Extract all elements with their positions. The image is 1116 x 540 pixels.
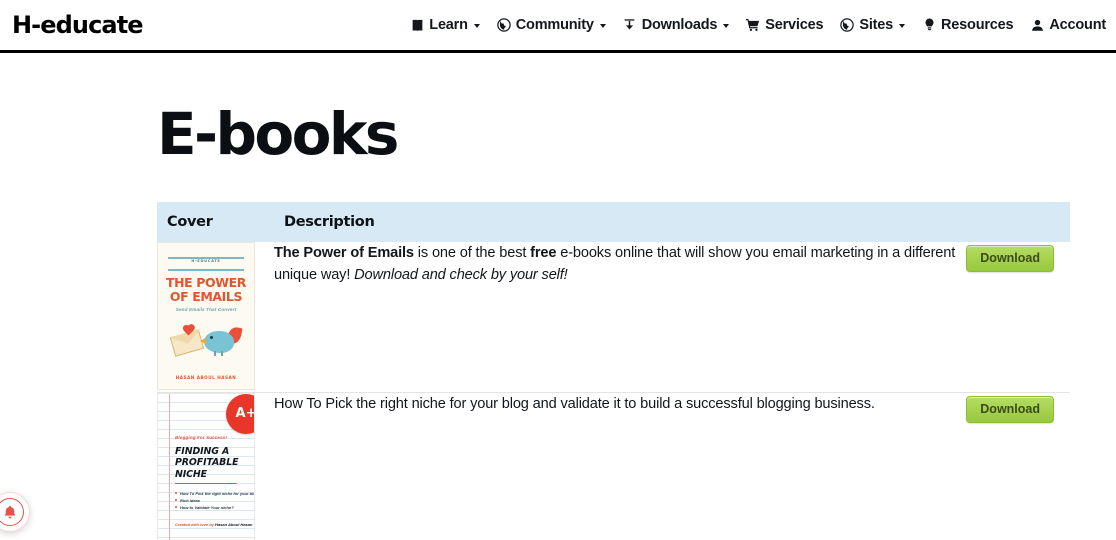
- main-navigation: Learn Community Downloads Services Sites…: [410, 17, 1106, 33]
- cover-title: THE POWER OF EMAILS: [165, 275, 247, 304]
- cover-margin-line: [169, 393, 170, 540]
- cart-icon: [746, 18, 760, 33]
- cover-title-underline: [175, 482, 237, 485]
- description-emphasis-free: free: [530, 245, 557, 261]
- book-cover-finding-a-profitable-niche[interactable]: A+ Blogging For Success! FINDING A PROFI…: [157, 392, 255, 540]
- user-icon: [1030, 18, 1044, 33]
- cover-author: HASAN ABOUL HASAN: [175, 375, 237, 380]
- nav-item-resources[interactable]: Resources: [922, 17, 1014, 33]
- cover-subtitle: Send Emails That Convert: [175, 307, 237, 312]
- nav-item-community[interactable]: Community: [497, 17, 606, 33]
- bird-eye-shape: [210, 336, 213, 339]
- chevron-down-icon: [473, 24, 480, 28]
- nav-label: Downloads: [641, 17, 718, 33]
- description-mid-1: is one of the best: [413, 245, 531, 261]
- nav-item-learn[interactable]: Learn: [410, 17, 480, 33]
- list-item: Rich Ideas: [175, 497, 254, 504]
- description-call-to-action: Download and check by your self!: [354, 267, 568, 283]
- column-header-description: Description: [274, 202, 1070, 242]
- nav-label: Services: [765, 17, 824, 33]
- table-row: H-EDUCATE THE POWER OF EMAILS Send Email…: [157, 242, 1070, 392]
- cover-credit-prefix: Created with love by: [175, 521, 216, 527]
- nav-item-services[interactable]: Services: [746, 17, 824, 33]
- book-icon: [410, 18, 424, 33]
- cover-credit-author: Hasan Aboul Hasan: [215, 521, 253, 527]
- nav-label: Learn: [429, 17, 468, 33]
- nav-label: Resources: [941, 17, 1014, 33]
- nav-item-downloads[interactable]: Downloads: [623, 17, 730, 33]
- cover-kicker: Blogging For Success!: [175, 434, 228, 440]
- nav-label: Account: [1049, 17, 1106, 33]
- a-plus-badge: A+: [226, 393, 254, 434]
- bird-beak-shape: [200, 338, 206, 344]
- bulb-icon: [922, 18, 936, 33]
- table-row: A+ Blogging For Success! FINDING A PROFI…: [157, 391, 1070, 540]
- ebooks-table-wrapper: Cover Description H-EDUCATE THE POWER OF…: [157, 202, 1070, 540]
- description-cell: The Power of Emails is one of the best f…: [274, 242, 1070, 392]
- nav-item-account[interactable]: Account: [1030, 17, 1106, 33]
- cover-rule-bottom: [168, 269, 244, 271]
- site-header: H-educate Learn Community Downloads Serv…: [0, 0, 1116, 53]
- description-title: The Power of Emails: [274, 245, 414, 261]
- cover-brandline: H-EDUCATE: [191, 259, 221, 263]
- download-button[interactable]: Download: [966, 245, 1054, 272]
- page-title: E-books: [157, 100, 399, 168]
- cover-cell: H-EDUCATE THE POWER OF EMAILS Send Email…: [157, 242, 274, 392]
- book-description: How To Pick the right niche for your blo…: [274, 395, 875, 412]
- table-head: Cover Description: [157, 202, 1070, 242]
- globe-icon: [840, 18, 855, 33]
- list-item: How To Pick the right niche for your blo…: [175, 490, 254, 497]
- bird-leg-shape: [214, 351, 216, 356]
- description-cell: How To Pick the right niche for your blo…: [274, 391, 1070, 540]
- bell-icon: [0, 498, 24, 526]
- chevron-down-icon: [723, 24, 730, 28]
- column-header-cover: Cover: [157, 202, 274, 242]
- cover-title: FINDING A PROFITABLE NICHE: [175, 445, 239, 480]
- bird-leg-shape: [221, 351, 223, 356]
- download-icon: [623, 18, 637, 33]
- site-logo[interactable]: H-educate: [12, 11, 144, 39]
- chevron-down-icon: [899, 24, 906, 28]
- globe-icon: [497, 18, 511, 33]
- chevron-down-icon: [599, 24, 606, 28]
- table-header-row: Cover Description: [157, 202, 1070, 242]
- nav-label: Sites: [859, 17, 894, 33]
- table-body: H-EDUCATE THE POWER OF EMAILS Send Email…: [157, 242, 1070, 540]
- page-content: E-books Cover Description H-EDUCATE THE …: [0, 53, 1116, 540]
- download-button[interactable]: Download: [966, 395, 1054, 423]
- cover-bullet-list: How To Pick the right niche for your blo…: [175, 490, 254, 511]
- book-description: The Power of Emails is one of the best f…: [274, 242, 974, 286]
- nav-item-sites[interactable]: Sites: [840, 17, 906, 33]
- bird-icon: [204, 331, 234, 353]
- list-item: How to Validate Your niche?: [175, 504, 254, 511]
- cover-credit: Created with love by Hasan Aboul Hasan: [175, 522, 252, 527]
- ebooks-table: Cover Description H-EDUCATE THE POWER OF…: [157, 202, 1070, 540]
- book-cover-power-of-emails[interactable]: H-EDUCATE THE POWER OF EMAILS Send Email…: [157, 242, 255, 390]
- nav-label: Community: [515, 17, 594, 33]
- cover-cell: A+ Blogging For Success! FINDING A PROFI…: [157, 391, 274, 540]
